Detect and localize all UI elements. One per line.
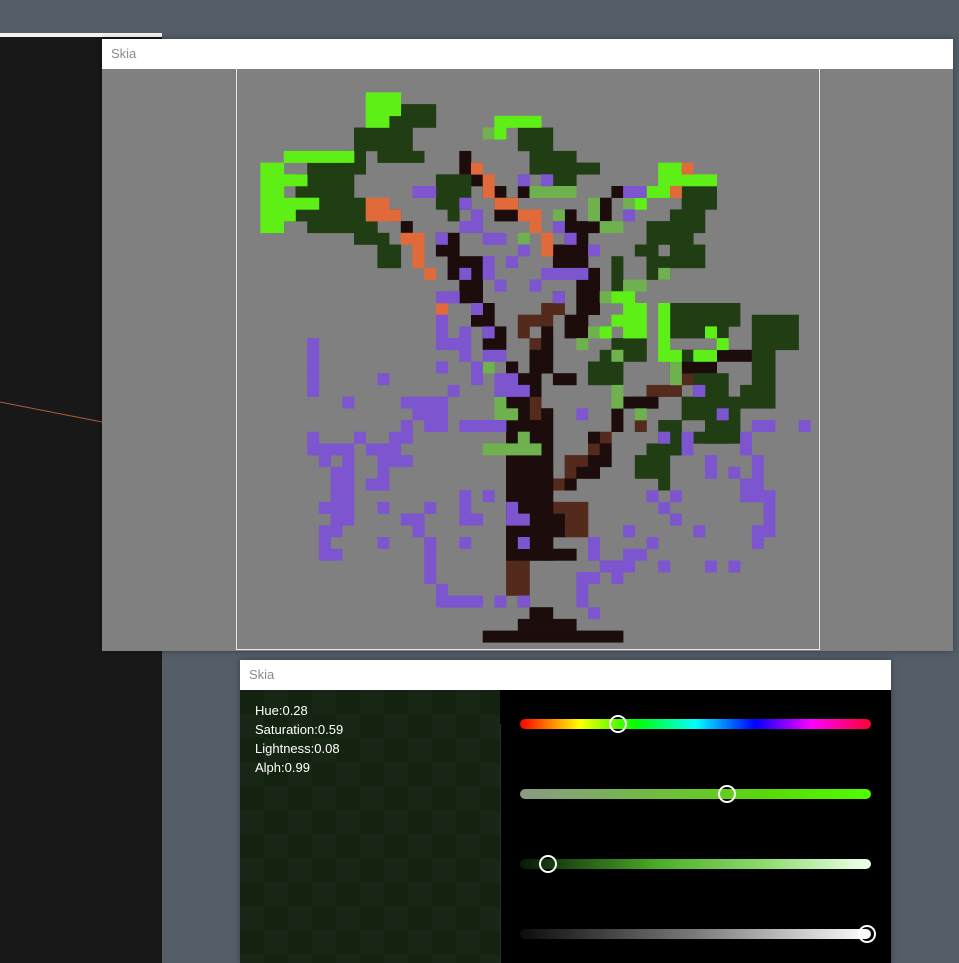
lightness-readout: Lightness:0.08 bbox=[255, 741, 340, 756]
canvas-window-body bbox=[102, 69, 953, 651]
pixel-art-canvas[interactable] bbox=[236, 69, 820, 650]
alpha-readout: Alph:0.99 bbox=[255, 760, 310, 775]
saturation-slider[interactable] bbox=[520, 785, 871, 803]
hue-slider[interactable] bbox=[520, 715, 871, 733]
canvas-window[interactable]: Skia bbox=[102, 39, 953, 651]
pixel-tree-art[interactable] bbox=[237, 69, 819, 649]
alpha-slider[interactable] bbox=[520, 925, 877, 943]
circle-knob-icon[interactable] bbox=[539, 855, 558, 873]
circle-knob-icon[interactable] bbox=[718, 785, 737, 803]
panel-divider bbox=[500, 724, 501, 963]
picker-window-title[interactable]: Skia bbox=[240, 660, 891, 690]
color-picker-window[interactable]: Skia Hue:0.28 Saturation:0.59 Lightness:… bbox=[240, 660, 891, 963]
picker-window-body: Hue:0.28 Saturation:0.59 Lightness:0.08 … bbox=[240, 690, 891, 963]
lightness-slider[interactable] bbox=[520, 855, 871, 873]
circle-knob-icon[interactable] bbox=[609, 715, 628, 733]
circle-knob-icon[interactable] bbox=[858, 925, 877, 943]
color-preview-swatch: Hue:0.28 Saturation:0.59 Lightness:0.08 … bbox=[240, 690, 500, 963]
canvas-window-title[interactable]: Skia bbox=[102, 39, 953, 69]
hsla-readout: Hue:0.28 Saturation:0.59 Lightness:0.08 … bbox=[255, 701, 343, 777]
hue-readout: Hue:0.28 bbox=[255, 703, 308, 718]
saturation-readout: Saturation:0.59 bbox=[255, 722, 344, 737]
